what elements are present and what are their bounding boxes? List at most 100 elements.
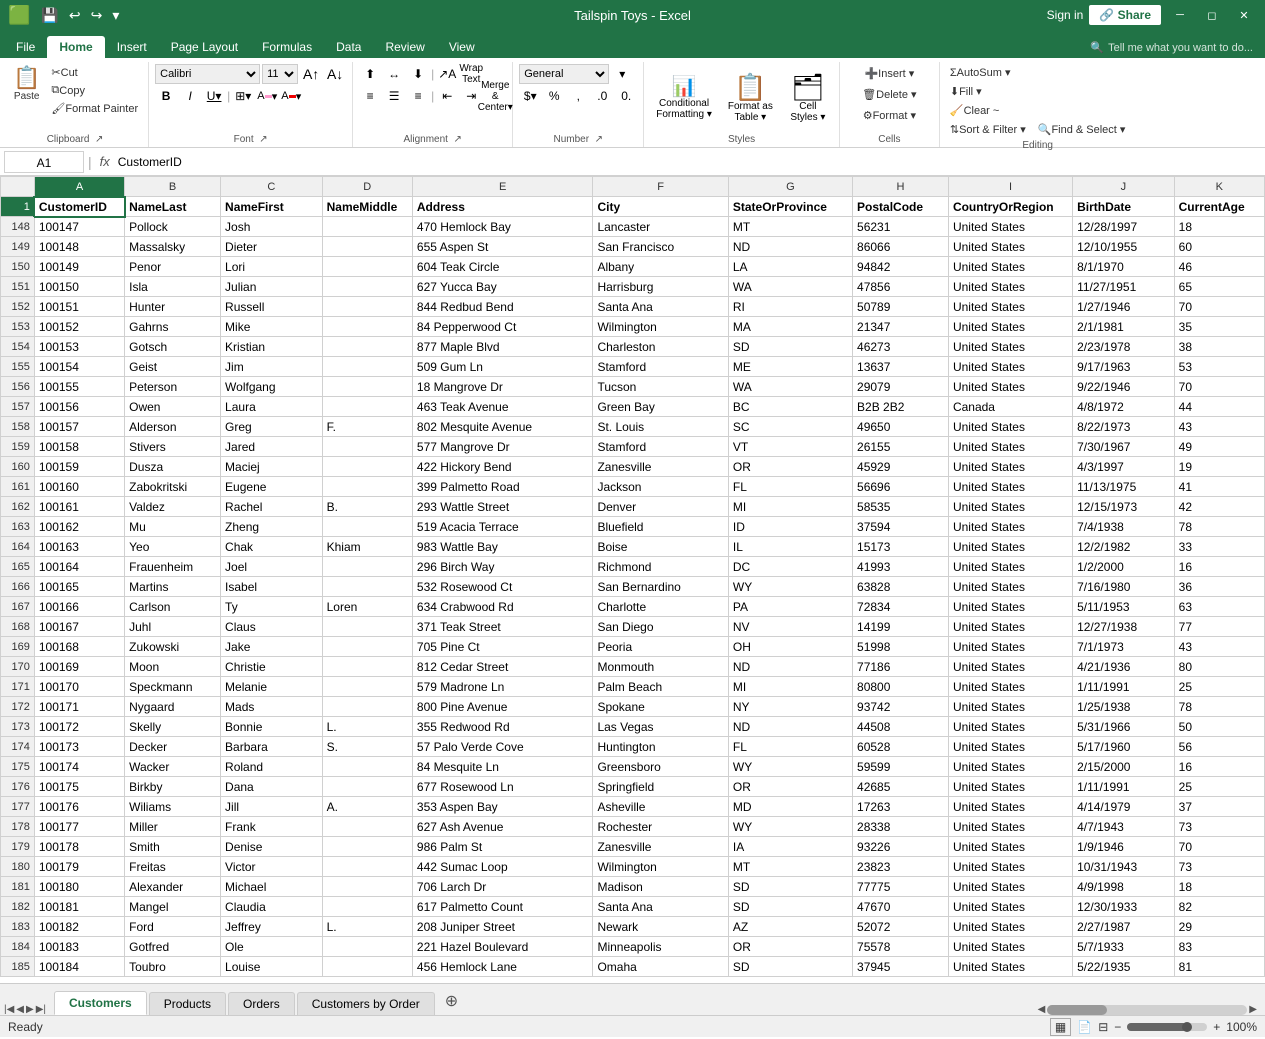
cell-152-8[interactable]: United States (948, 297, 1072, 317)
cell-176-7[interactable]: 42685 (853, 777, 949, 797)
cell-154-8[interactable]: United States (948, 337, 1072, 357)
cell-181-9[interactable]: 4/9/1998 (1073, 877, 1175, 897)
cell-161-8[interactable]: United States (948, 477, 1072, 497)
sheet-tab-customers-by-order[interactable]: Customers by Order (297, 992, 435, 1015)
cell-172-1[interactable]: Nygaard (125, 697, 221, 717)
cell-153-8[interactable]: United States (948, 317, 1072, 337)
undo-qat-button[interactable]: ↩ (66, 7, 84, 24)
cell-K1[interactable]: CurrentAge (1174, 197, 1264, 217)
cell-173-9[interactable]: 5/31/1966 (1073, 717, 1175, 737)
cell-160-3[interactable] (322, 457, 412, 477)
cell-171-2[interactable]: Melanie (221, 677, 323, 697)
cell-175-8[interactable]: United States (948, 757, 1072, 777)
conditional-formatting-button[interactable]: 📊 ConditionalFormatting ▾ (650, 72, 718, 124)
cell-164-5[interactable]: Boise (593, 537, 728, 557)
cell-185-3[interactable] (322, 957, 412, 977)
cell-167-2[interactable]: Ty (221, 597, 323, 617)
cell-168-7[interactable]: 14199 (853, 617, 949, 637)
cell-183-0[interactable]: 100182 (34, 917, 124, 937)
cell-179-10[interactable]: 70 (1174, 837, 1264, 857)
cell-153-10[interactable]: 35 (1174, 317, 1264, 337)
cell-182-10[interactable]: 82 (1174, 897, 1264, 917)
cell-172-8[interactable]: United States (948, 697, 1072, 717)
cell-172-4[interactable]: 800 Pine Avenue (412, 697, 593, 717)
cell-165-0[interactable]: 100164 (34, 557, 124, 577)
scroll-left-button[interactable]: ◀ (1038, 1004, 1046, 1015)
cell-179-5[interactable]: Zanesville (593, 837, 728, 857)
cell-155-0[interactable]: 100154 (34, 357, 124, 377)
cell-172-3[interactable] (322, 697, 412, 717)
cell-182-9[interactable]: 12/30/1933 (1073, 897, 1175, 917)
cell-167-6[interactable]: PA (728, 597, 852, 617)
align-center-button[interactable]: ☰ (383, 86, 405, 106)
cell-151-7[interactable]: 47856 (853, 277, 949, 297)
cell-176-2[interactable]: Dana (221, 777, 323, 797)
align-top-button[interactable]: ⬆ (359, 64, 381, 84)
cell-163-7[interactable]: 37594 (853, 517, 949, 537)
cell-157-10[interactable]: 44 (1174, 397, 1264, 417)
cell-165-10[interactable]: 16 (1174, 557, 1264, 577)
sort-filter-button[interactable]: ⇅ Sort & Filter ▾ (946, 121, 1030, 138)
cell-I1[interactable]: CountryOrRegion (948, 197, 1072, 217)
cell-179-6[interactable]: IA (728, 837, 852, 857)
cell-180-4[interactable]: 442 Sumac Loop (412, 857, 593, 877)
tab-formulas[interactable]: Formulas (250, 36, 324, 58)
cell-169-4[interactable]: 705 Pine Ct (412, 637, 593, 657)
cell-166-3[interactable] (322, 577, 412, 597)
cell-169-1[interactable]: Zukowski (125, 637, 221, 657)
cell-151-5[interactable]: Harrisburg (593, 277, 728, 297)
cell-178-5[interactable]: Rochester (593, 817, 728, 837)
cell-G1[interactable]: StateOrProvince (728, 197, 852, 217)
cell-153-4[interactable]: 84 Pepperwood Ct (412, 317, 593, 337)
cell-172-2[interactable]: Mads (221, 697, 323, 717)
cell-184-7[interactable]: 75578 (853, 937, 949, 957)
border-button[interactable]: ⊞▾ (232, 86, 254, 106)
cell-148-10[interactable]: 18 (1174, 217, 1264, 237)
cell-177-3[interactable]: A. (322, 797, 412, 817)
cell-170-4[interactable]: 812 Cedar Street (412, 657, 593, 677)
cell-169-9[interactable]: 7/1/1973 (1073, 637, 1175, 657)
cell-154-6[interactable]: SD (728, 337, 852, 357)
cell-159-1[interactable]: Stivers (125, 437, 221, 457)
cell-177-10[interactable]: 37 (1174, 797, 1264, 817)
underline-button[interactable]: U▾ (203, 86, 225, 106)
cell-165-9[interactable]: 1/2/2000 (1073, 557, 1175, 577)
cell-153-2[interactable]: Mike (221, 317, 323, 337)
cell-158-6[interactable]: SC (728, 417, 852, 437)
page-break-view-button[interactable]: ⊟ (1098, 1020, 1108, 1034)
cell-151-2[interactable]: Julian (221, 277, 323, 297)
cell-166-9[interactable]: 7/16/1980 (1073, 577, 1175, 597)
cell-150-6[interactable]: LA (728, 257, 852, 277)
cell-148-0[interactable]: 100147 (34, 217, 124, 237)
cell-158-8[interactable]: United States (948, 417, 1072, 437)
cell-172-5[interactable]: Spokane (593, 697, 728, 717)
cell-150-1[interactable]: Penor (125, 257, 221, 277)
cell-178-8[interactable]: United States (948, 817, 1072, 837)
comma-style-button[interactable]: , (567, 86, 589, 106)
cell-155-5[interactable]: Stamford (593, 357, 728, 377)
cell-165-6[interactable]: DC (728, 557, 852, 577)
cell-177-4[interactable]: 353 Aspen Bay (412, 797, 593, 817)
cell-152-3[interactable] (322, 297, 412, 317)
minimize-button[interactable]: ─ (1167, 5, 1193, 25)
cell-165-2[interactable]: Joel (221, 557, 323, 577)
cell-153-9[interactable]: 2/1/1981 (1073, 317, 1175, 337)
cell-177-8[interactable]: United States (948, 797, 1072, 817)
cell-179-1[interactable]: Smith (125, 837, 221, 857)
cell-155-7[interactable]: 13637 (853, 357, 949, 377)
cell-167-10[interactable]: 63 (1174, 597, 1264, 617)
col-header-A[interactable]: A (34, 177, 124, 197)
cell-178-7[interactable]: 28338 (853, 817, 949, 837)
number-format-select[interactable]: General (519, 64, 609, 84)
cell-158-2[interactable]: Greg (221, 417, 323, 437)
cell-184-8[interactable]: United States (948, 937, 1072, 957)
cell-158-1[interactable]: Alderson (125, 417, 221, 437)
cell-175-2[interactable]: Roland (221, 757, 323, 777)
cell-163-8[interactable]: United States (948, 517, 1072, 537)
cell-157-3[interactable] (322, 397, 412, 417)
cell-155-10[interactable]: 53 (1174, 357, 1264, 377)
cell-151-4[interactable]: 627 Yucca Bay (412, 277, 593, 297)
cell-148-8[interactable]: United States (948, 217, 1072, 237)
cell-173-7[interactable]: 44508 (853, 717, 949, 737)
cell-151-0[interactable]: 100150 (34, 277, 124, 297)
